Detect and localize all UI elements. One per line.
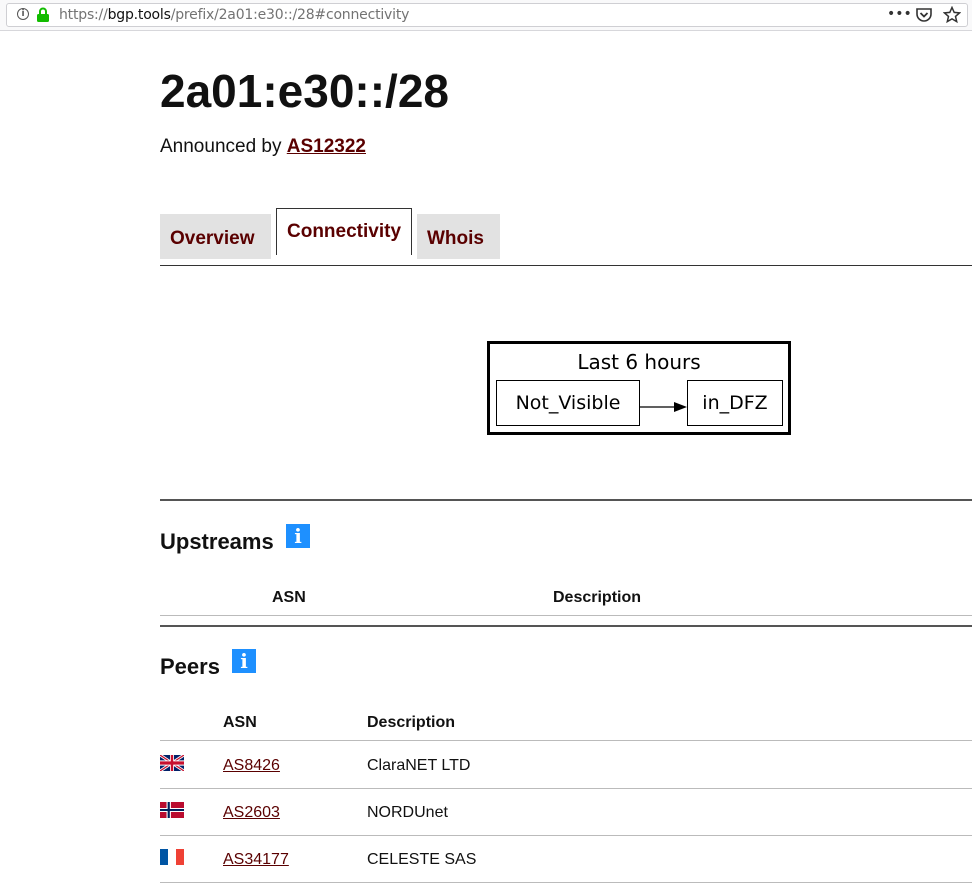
peer-description: CELESTE SAS [367, 851, 477, 868]
peer-asn-link[interactable]: AS2603 [223, 804, 280, 822]
lock-icon [37, 7, 49, 22]
url-path: /prefix/2a01:e30::/28#connectivity [170, 7, 410, 23]
site-info-icon[interactable]: i [17, 8, 29, 20]
peer-asn-link[interactable]: AS8426 [223, 757, 280, 775]
upstreams-heading: Upstreams [160, 529, 274, 554]
tab-connectivity[interactable]: Connectivity [276, 208, 412, 255]
visibility-graph: Last 6 hours Not_Visible in_DFZ [487, 341, 791, 435]
peer-asn-link[interactable]: AS34177 [223, 851, 289, 869]
peers-info-icon[interactable]: i [232, 649, 256, 673]
url-host: bgp.tools [107, 7, 171, 23]
graph-node-to: in_DFZ [687, 380, 783, 426]
table-header-rule [160, 615, 972, 616]
tab-bar: Overview Connectivity Whois [160, 208, 972, 266]
upstreams-info-icon[interactable]: i [286, 524, 310, 548]
url-scheme: https:// [59, 7, 108, 23]
table-row: AS8426 ClaraNET LTD [160, 741, 972, 789]
peer-description: NORDUnet [367, 804, 448, 821]
announced-by: Announced by AS12322 [160, 136, 366, 158]
more-icon[interactable]: ••• [887, 6, 912, 24]
peers-col-asn: ASN [223, 714, 257, 731]
norway-flag-icon [160, 802, 184, 818]
tab-whois[interactable]: Whois [417, 214, 500, 259]
announced-label: Announced by [160, 136, 287, 157]
table-row: AS34177 CELESTE SAS [160, 835, 972, 883]
announcer-asn-link[interactable]: AS12322 [287, 136, 366, 157]
pocket-icon[interactable] [915, 6, 933, 24]
peers-col-description: Description [367, 714, 456, 731]
uk-flag-icon [160, 755, 184, 771]
section-divider [160, 625, 972, 627]
graph-node-from: Not_Visible [496, 380, 640, 426]
tab-overview[interactable]: Overview [160, 214, 271, 259]
url-text[interactable]: https://bgp.tools/prefix/2a01:e30::/28#c… [59, 7, 409, 23]
upstreams-col-description: Description [553, 589, 642, 606]
upstreams-col-asn: ASN [272, 589, 306, 606]
france-flag-icon [160, 849, 184, 865]
page-title: 2a01:e30::/28 [160, 65, 449, 117]
address-bar[interactable]: i https://bgp.tools/prefix/2a01:e30::/28… [6, 3, 968, 27]
peers-heading: Peers [160, 654, 220, 679]
graph-arrow-icon [640, 402, 687, 412]
bookmark-star-icon[interactable] [943, 6, 961, 24]
peer-description: ClaraNET LTD [367, 757, 471, 774]
graph-title: Last 6 hours [577, 350, 701, 374]
browser-toolbar: i https://bgp.tools/prefix/2a01:e30::/28… [0, 0, 972, 31]
table-row: AS2603 NORDUnet [160, 788, 972, 836]
section-divider [160, 499, 972, 501]
